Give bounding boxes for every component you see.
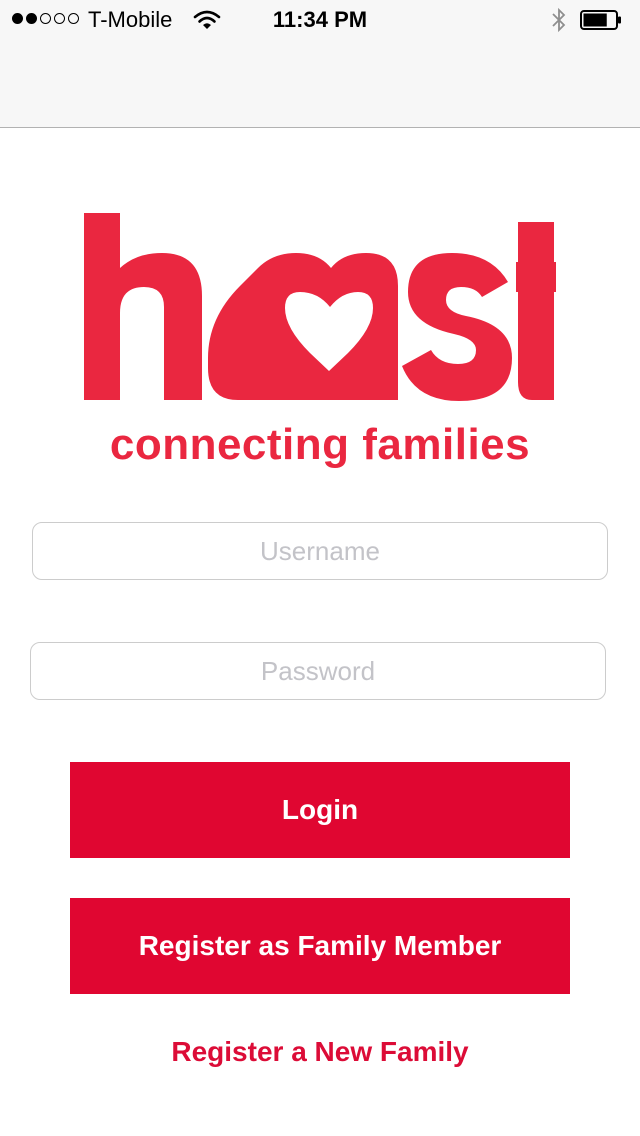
username-field[interactable] (32, 522, 608, 580)
status-time: 11:34 PM (272, 7, 368, 32)
host-logo (84, 213, 556, 401)
navigation-bar: T-Mobile 11:34 PM (0, 0, 640, 128)
bluetooth-icon (552, 7, 566, 33)
logo-tagline: connecting families (109, 420, 531, 469)
register-family-member-button[interactable]: Register as Family Member (70, 898, 570, 994)
password-field[interactable] (30, 642, 606, 700)
status-bar: T-Mobile 11:34 PM (0, 0, 640, 40)
battery-icon (580, 10, 621, 30)
register-new-family-link[interactable]: Register a New Family (0, 1036, 640, 1068)
login-button[interactable]: Login (70, 762, 570, 858)
